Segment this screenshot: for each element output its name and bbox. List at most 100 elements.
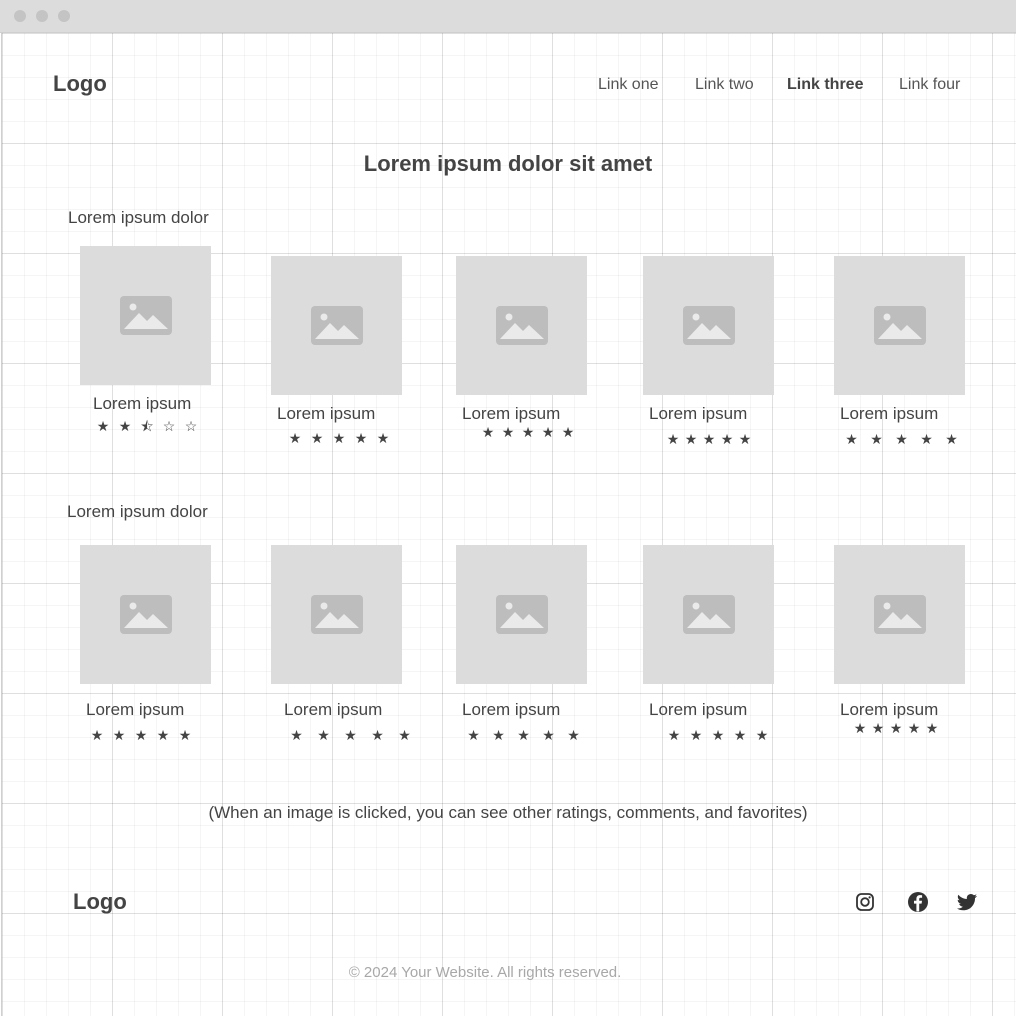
star-filled-icon[interactable]: ★ <box>92 418 114 435</box>
star-filled-icon[interactable]: ★ <box>939 431 964 448</box>
star-filled-icon[interactable]: ★ <box>700 431 718 448</box>
nav-link-four[interactable]: Link four <box>899 76 960 94</box>
image-placeholder-icon <box>311 595 363 634</box>
star-filled-icon[interactable]: ★ <box>391 727 418 744</box>
star-empty-icon[interactable]: ☆ <box>180 418 202 435</box>
star-filled-icon[interactable]: ★ <box>538 424 558 441</box>
star-filled-icon[interactable]: ★ <box>664 431 682 448</box>
nav-link-two[interactable]: Link two <box>695 76 754 94</box>
star-rating[interactable]: ★ ★ ★ ★ ★ <box>664 431 754 448</box>
star-filled-icon[interactable]: ★ <box>864 431 889 448</box>
star-filled-icon[interactable]: ★ <box>839 431 864 448</box>
section-title: Lorem ipsum dolor <box>68 208 209 227</box>
star-filled-icon[interactable]: ★ <box>682 431 700 448</box>
star-rating[interactable]: ★ ★ ★ ★ ★ <box>284 430 394 447</box>
image-placeholder-icon <box>120 296 172 335</box>
star-filled-icon[interactable]: ★ <box>511 727 536 744</box>
product-label: Lorem ipsum <box>277 404 376 423</box>
maximize-dot[interactable] <box>58 10 70 22</box>
star-rating[interactable]: ★ ★ ★ ★ ★ <box>86 727 196 744</box>
star-filled-icon[interactable]: ★ <box>364 727 391 744</box>
star-half-icon[interactable]: ⯪ <box>136 416 158 440</box>
star-filled-icon[interactable]: ★ <box>889 431 914 448</box>
star-filled-icon[interactable]: ★ <box>152 727 174 744</box>
nav-link-one[interactable]: Link one <box>598 76 659 94</box>
star-filled-icon[interactable]: ★ <box>851 720 869 737</box>
product-image[interactable] <box>643 545 774 684</box>
star-filled-icon[interactable]: ★ <box>685 727 707 744</box>
star-filled-icon[interactable]: ★ <box>729 727 751 744</box>
product-image[interactable] <box>80 246 211 385</box>
facebook-icon[interactable] <box>906 890 930 914</box>
star-filled-icon[interactable]: ★ <box>337 727 364 744</box>
product-image[interactable] <box>271 545 402 684</box>
instagram-icon[interactable] <box>853 890 877 914</box>
star-filled-icon[interactable]: ★ <box>663 727 685 744</box>
star-filled-icon[interactable]: ★ <box>350 430 372 447</box>
star-filled-icon[interactable]: ★ <box>108 727 130 744</box>
star-filled-icon[interactable]: ★ <box>518 424 538 441</box>
star-filled-icon[interactable]: ★ <box>174 727 196 744</box>
star-filled-icon[interactable]: ★ <box>328 430 350 447</box>
product-image[interactable] <box>271 256 402 395</box>
star-filled-icon[interactable]: ★ <box>284 430 306 447</box>
product-image[interactable] <box>643 256 774 395</box>
product-label: Lorem ipsum <box>649 700 748 719</box>
product-label: Lorem ipsum <box>462 404 561 423</box>
product-label: Lorem ipsum <box>284 700 383 719</box>
product-image[interactable] <box>456 545 587 684</box>
star-filled-icon[interactable]: ★ <box>372 430 394 447</box>
star-filled-icon[interactable]: ★ <box>561 727 586 744</box>
section-title: Lorem ipsum dolor <box>67 502 208 521</box>
star-filled-icon[interactable]: ★ <box>914 431 939 448</box>
star-filled-icon[interactable]: ★ <box>283 727 310 744</box>
star-rating[interactable]: ★ ★ ⯪ ☆ ☆ <box>92 416 202 440</box>
image-placeholder-icon <box>874 595 926 634</box>
minimize-dot[interactable] <box>36 10 48 22</box>
product-image[interactable] <box>80 545 211 684</box>
star-filled-icon[interactable]: ★ <box>905 720 923 737</box>
image-placeholder-icon <box>496 595 548 634</box>
footer-logo[interactable]: Logo <box>73 889 127 915</box>
star-filled-icon[interactable]: ★ <box>707 727 729 744</box>
star-empty-icon[interactable]: ☆ <box>158 418 180 435</box>
star-filled-icon[interactable]: ★ <box>887 720 905 737</box>
twitter-icon[interactable] <box>955 890 979 914</box>
star-filled-icon[interactable]: ★ <box>130 727 152 744</box>
star-filled-icon[interactable]: ★ <box>114 418 136 435</box>
header-logo[interactable]: Logo <box>53 71 107 97</box>
product-image[interactable] <box>834 545 965 684</box>
image-placeholder-icon <box>311 306 363 345</box>
star-filled-icon[interactable]: ★ <box>536 727 561 744</box>
product-image[interactable] <box>834 256 965 395</box>
star-filled-icon[interactable]: ★ <box>718 431 736 448</box>
star-filled-icon[interactable]: ★ <box>751 727 773 744</box>
star-rating[interactable]: ★ ★ ★ ★ ★ <box>478 424 578 441</box>
nav-link-three[interactable]: Link three <box>787 76 863 94</box>
copyright-text: © 2024 Your Website. All rights reserved… <box>348 964 622 981</box>
star-rating[interactable]: ★ ★ ★ ★ ★ <box>283 727 418 744</box>
star-filled-icon[interactable]: ★ <box>478 424 498 441</box>
star-filled-icon[interactable]: ★ <box>736 431 754 448</box>
page-title: Lorem ipsum dolor sit amet <box>363 151 653 176</box>
product-label: Lorem ipsum <box>86 700 185 719</box>
star-filled-icon[interactable]: ★ <box>86 727 108 744</box>
product-image[interactable] <box>456 256 587 395</box>
star-filled-icon[interactable]: ★ <box>461 727 486 744</box>
star-filled-icon[interactable]: ★ <box>306 430 328 447</box>
star-rating[interactable]: ★ ★ ★ ★ ★ <box>851 720 941 737</box>
star-filled-icon[interactable]: ★ <box>310 727 337 744</box>
product-label: Lorem ipsum <box>649 404 748 423</box>
image-placeholder-icon <box>874 306 926 345</box>
star-rating[interactable]: ★ ★ ★ ★ ★ <box>663 727 773 744</box>
star-filled-icon[interactable]: ★ <box>486 727 511 744</box>
close-dot[interactable] <box>14 10 26 22</box>
product-label: Lorem ipsum <box>462 700 561 719</box>
image-placeholder-icon <box>496 306 548 345</box>
star-filled-icon[interactable]: ★ <box>498 424 518 441</box>
star-filled-icon[interactable]: ★ <box>923 720 941 737</box>
star-rating[interactable]: ★ ★ ★ ★ ★ <box>839 431 964 448</box>
star-filled-icon[interactable]: ★ <box>869 720 887 737</box>
star-rating[interactable]: ★ ★ ★ ★ ★ <box>461 727 586 744</box>
star-filled-icon[interactable]: ★ <box>558 424 578 441</box>
